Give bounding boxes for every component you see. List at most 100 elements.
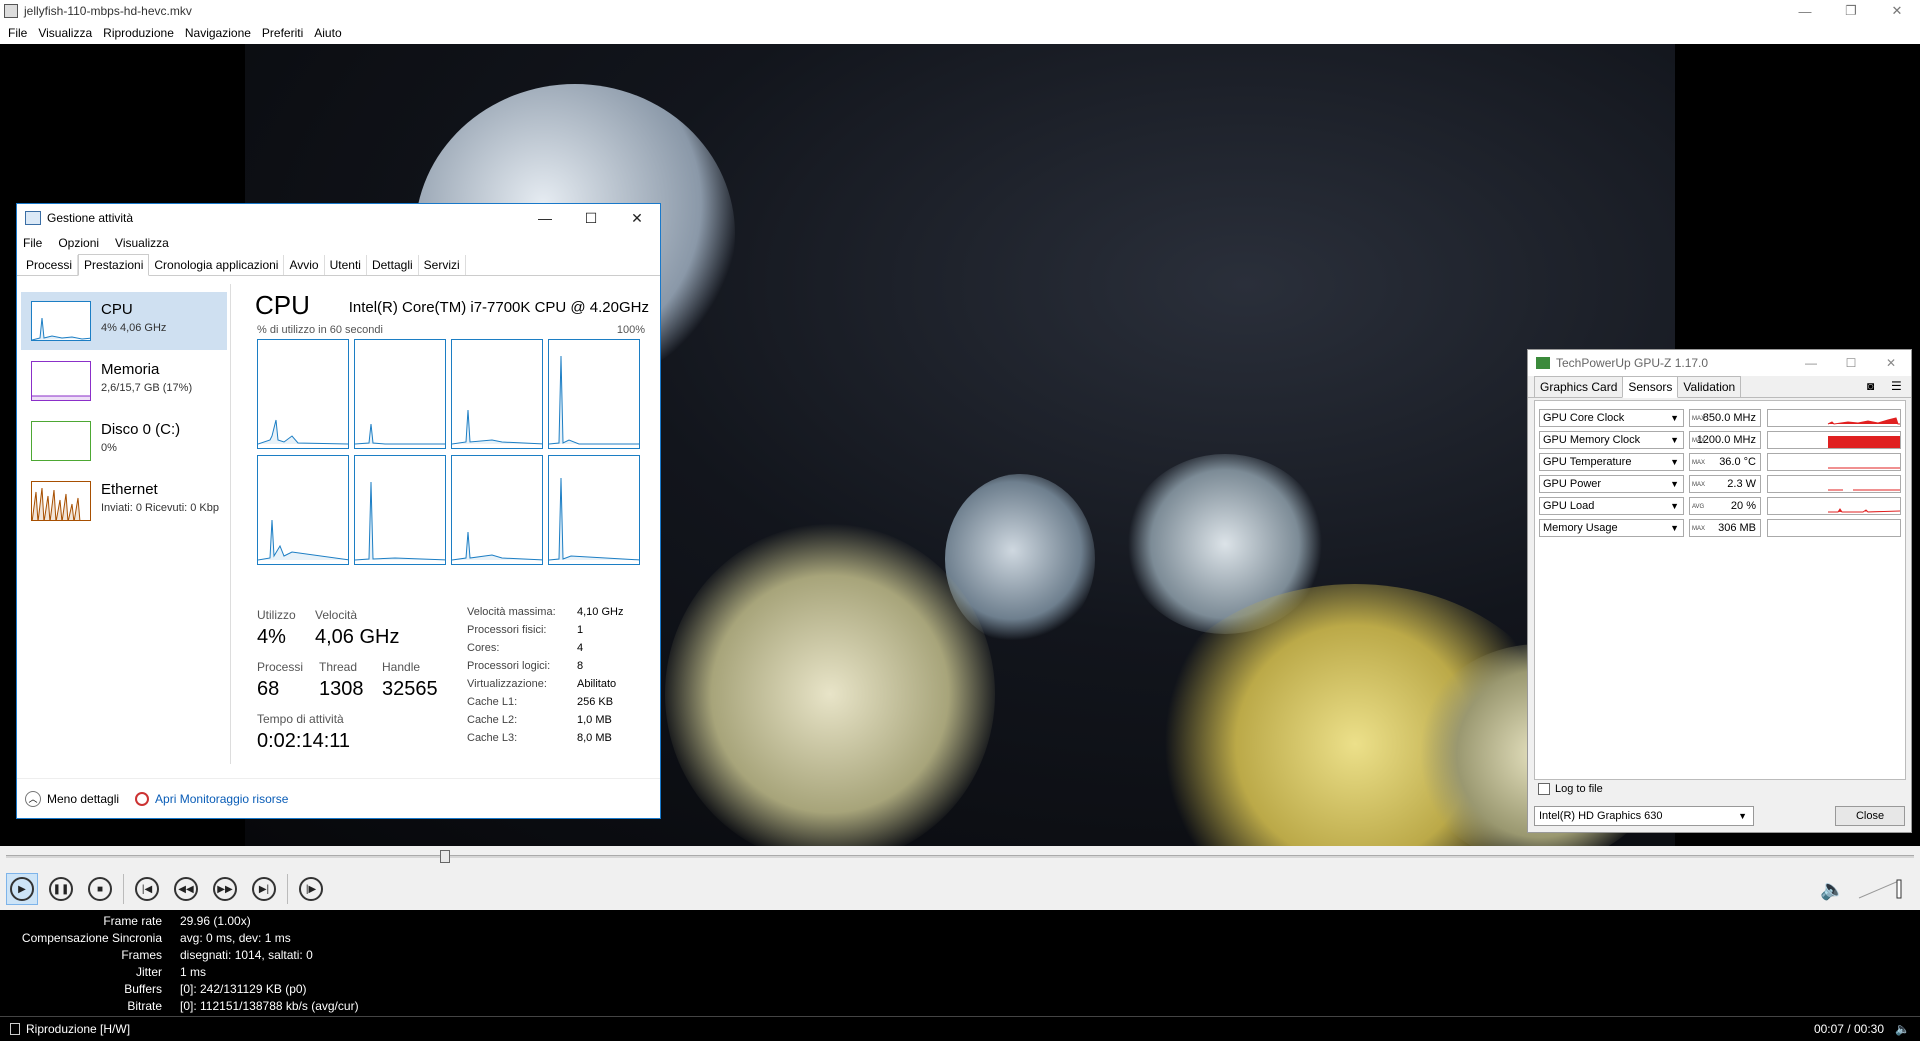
resource-monitor-icon (135, 791, 150, 806)
tab-avvio[interactable]: Avvio (284, 255, 325, 275)
player-title-bar: jellyfish-110-mbps-hd-hevc.mkv — ❐ ✕ (0, 0, 1920, 22)
minimize-icon[interactable]: — (1782, 0, 1828, 22)
core-graph (257, 339, 349, 449)
restore-icon[interactable]: ❐ (1828, 0, 1874, 22)
detail-label: Processori logici: (467, 660, 551, 672)
log-checkbox[interactable] (1538, 783, 1550, 795)
camera-icon[interactable]: ◙ (1867, 380, 1881, 392)
sensor-name-dropdown[interactable]: Memory Usage ▼ (1539, 519, 1684, 537)
sensor-value-box[interactable]: MAX 36.0 °C (1689, 453, 1761, 471)
tab-utenti[interactable]: Utenti (325, 255, 367, 275)
tm-minimize-icon[interactable]: — (522, 204, 568, 232)
rewind-button[interactable]: ◀◀ (170, 873, 202, 905)
volume-slider[interactable] (1857, 878, 1903, 900)
previous-button[interactable]: |◀ (131, 873, 163, 905)
menu-riproduzione[interactable]: Riproduzione (103, 26, 174, 40)
pause-icon: ❚❚ (49, 877, 73, 901)
sensor-name: Memory Usage (1543, 522, 1618, 534)
sensor-name-dropdown[interactable]: GPU Core Clock ▼ (1539, 409, 1684, 427)
sensor-value: 36.0 °C (1719, 456, 1756, 468)
gpuz-close-icon[interactable]: ✕ (1871, 350, 1911, 376)
seek-track[interactable] (6, 855, 1914, 858)
menu-preferiti[interactable]: Preferiti (262, 26, 303, 40)
sidebar-item-cpu[interactable]: CPU 4% 4,06 GHz (21, 292, 227, 350)
seek-thumb[interactable] (439, 850, 450, 863)
resource-monitor-link[interactable]: Apri Monitoraggio risorse (135, 791, 288, 806)
sensor-value-box[interactable]: MAX 850.0 MHz (1689, 409, 1761, 427)
sensor-value: 306 MB (1718, 522, 1756, 534)
velocita-value: 4,06 GHz (315, 626, 400, 648)
stop-icon: ■ (88, 877, 112, 901)
menu-aiuto[interactable]: Aiuto (314, 26, 341, 40)
sensor-row: GPU Load ▼ AVG 20 % (1539, 495, 1901, 517)
sensor-name: GPU Power (1543, 478, 1602, 490)
tm-close-icon[interactable]: ✕ (614, 204, 660, 232)
tab-cronologia[interactable]: Cronologia applicazioni (149, 255, 285, 275)
sensor-name-dropdown[interactable]: GPU Temperature ▼ (1539, 453, 1684, 471)
tab-validation[interactable]: Validation (1677, 376, 1742, 397)
speaker-icon[interactable]: 🔈 (1820, 877, 1845, 902)
tm-menu-opzioni[interactable]: Opzioni (58, 236, 99, 250)
tm-maximize-icon[interactable]: ☐ (568, 204, 614, 232)
sensor-value-box[interactable]: MAX 1200.0 MHz (1689, 431, 1761, 449)
menu-file[interactable]: File (8, 26, 27, 40)
uptime-label: Tempo di attività (257, 712, 344, 726)
tab-servizi[interactable]: Servizi (419, 255, 466, 275)
tab-sensors[interactable]: Sensors (1622, 376, 1679, 398)
detail-value: 1,0 MB (577, 714, 612, 726)
sidebar-item-ethernet[interactable]: Ethernet Inviati: 0 Ricevuti: 0 Kbp (21, 472, 227, 530)
less-details-label: Meno dettagli (47, 791, 120, 806)
play-button[interactable]: ▶ (6, 873, 38, 905)
menu-navigazione[interactable]: Navigazione (185, 26, 251, 40)
tm-menu-file[interactable]: File (23, 236, 42, 250)
seek-bar[interactable] (0, 846, 1920, 868)
sidebar-item-memoria[interactable]: Memoria 2,6/15,7 GB (17%) (21, 352, 227, 410)
gpuz-minimize-icon[interactable]: — (1791, 350, 1831, 376)
tab-dettagli[interactable]: Dettagli (367, 255, 419, 275)
sensor-name-dropdown[interactable]: GPU Load ▼ (1539, 497, 1684, 515)
log-to-file[interactable]: Log to file (1538, 783, 1603, 795)
gpuz-close-button[interactable]: Close (1835, 806, 1905, 826)
tab-processi[interactable]: Processi (21, 255, 79, 275)
stop-button[interactable]: ■ (84, 873, 116, 905)
adapter-select[interactable]: Intel(R) HD Graphics 630 ▼ (1534, 806, 1754, 826)
task-manager-window: Gestione attività — ☐ ✕ File Opzioni Vis… (16, 203, 661, 819)
chevron-down-icon: ▼ (1670, 479, 1679, 489)
gpuz-maximize-icon[interactable]: ☐ (1831, 350, 1871, 376)
next-button[interactable]: ▶| (248, 873, 280, 905)
detail-value: 8 (577, 660, 584, 672)
pause-button[interactable]: ❚❚ (45, 873, 77, 905)
chevron-up-icon: ︿ (25, 790, 41, 807)
less-details-button[interactable]: ︿ Meno dettagli (25, 790, 120, 807)
volume-status-icon[interactable]: 🔈 (1895, 1022, 1910, 1036)
chevron-down-icon: ▼ (1670, 523, 1679, 533)
sidebar-label: CPU (101, 301, 133, 318)
detail-row: Virtualizzazione: Abilitato (467, 678, 657, 696)
sensor-row: GPU Temperature ▼ MAX 36.0 °C (1539, 451, 1901, 473)
stat-row: Bitrate [0]: 112151/138788 kb/s (avg/cur) (0, 999, 800, 1016)
processi-value: 68 (257, 678, 280, 700)
tab-graphics-card[interactable]: Graphics Card (1534, 376, 1624, 397)
ethernet-mini-graph (31, 481, 91, 521)
stat-row: Jitter 1 ms (0, 965, 800, 982)
sensor-mode-tag: MAX (1692, 460, 1706, 466)
tm-menu-visualizza[interactable]: Visualizza (115, 236, 169, 250)
utilizzo-value: 4% (257, 626, 286, 648)
gpuz-toolbar: ◙ ☰ (1857, 380, 1905, 392)
forward-button[interactable]: ▶▶ (209, 873, 241, 905)
utilization-label: % di utilizzo in 60 secondi (257, 324, 383, 336)
tab-prestazioni[interactable]: Prestazioni (78, 254, 150, 276)
sensor-value-box[interactable]: MAX 306 MB (1689, 519, 1761, 537)
sidebar-item-disco[interactable]: Disco 0 (C:) 0% (21, 412, 227, 470)
stat-value: 29.96 (1.00x) (180, 914, 251, 928)
sensor-value-box[interactable]: MAX 2.3 W (1689, 475, 1761, 493)
document-icon (10, 1023, 20, 1035)
frame-step-button[interactable]: |▶ (295, 873, 327, 905)
menu-icon[interactable]: ☰ (1891, 380, 1905, 392)
detail-label: Cache L2: (467, 714, 518, 726)
menu-visualizza[interactable]: Visualizza (38, 26, 92, 40)
close-icon[interactable]: ✕ (1874, 0, 1920, 22)
sensor-name-dropdown[interactable]: GPU Power ▼ (1539, 475, 1684, 493)
sensor-name-dropdown[interactable]: GPU Memory Clock ▼ (1539, 431, 1684, 449)
sensor-value-box[interactable]: AVG 20 % (1689, 497, 1761, 515)
